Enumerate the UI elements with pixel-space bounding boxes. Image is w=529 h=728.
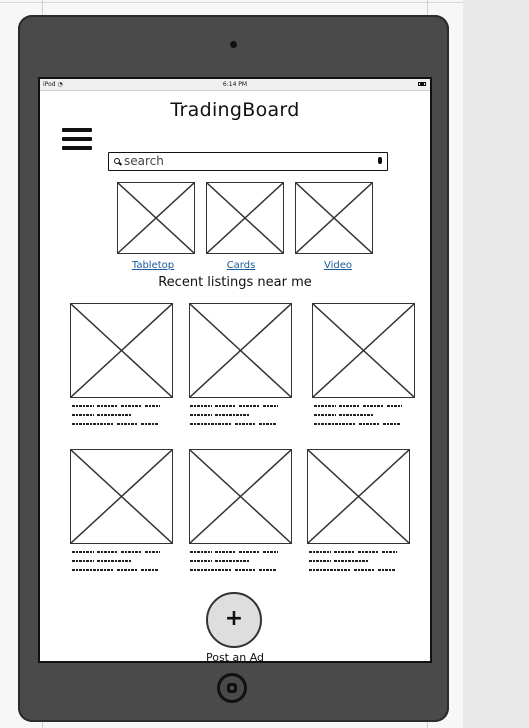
listing-text-placeholder bbox=[72, 549, 176, 575]
device-screen: iPod ◔ 6:14 PM TradingBoard search Table… bbox=[38, 77, 432, 663]
camera-icon bbox=[230, 41, 237, 48]
home-button[interactable] bbox=[217, 673, 247, 703]
listing-image[interactable] bbox=[312, 303, 415, 398]
category-image-tabletop[interactable] bbox=[117, 182, 195, 254]
category-link-video[interactable]: Video bbox=[298, 260, 378, 271]
listing-image[interactable] bbox=[70, 303, 173, 398]
category-image-cards[interactable] bbox=[206, 182, 284, 254]
hamburger-menu-icon[interactable] bbox=[62, 128, 92, 154]
home-square-icon bbox=[227, 683, 237, 693]
category-image-video[interactable] bbox=[295, 182, 373, 254]
post-ad-button[interactable]: + bbox=[206, 592, 262, 648]
plus-icon: + bbox=[224, 606, 244, 631]
status-bar: iPod ◔ 6:14 PM bbox=[40, 79, 430, 91]
post-ad-label: Post an Ad bbox=[205, 651, 265, 663]
listing-image[interactable] bbox=[189, 303, 292, 398]
search-icon bbox=[114, 158, 120, 164]
listing-text-placeholder bbox=[314, 403, 418, 429]
listing-text-placeholder bbox=[190, 403, 294, 429]
search-input[interactable]: search bbox=[108, 152, 388, 171]
listing-image[interactable] bbox=[70, 449, 173, 544]
status-time: 6:14 PM bbox=[222, 81, 248, 88]
battery-icon bbox=[418, 82, 426, 86]
microphone-icon[interactable] bbox=[378, 157, 382, 164]
search-placeholder: search bbox=[124, 154, 164, 168]
listing-text-placeholder bbox=[72, 403, 176, 429]
listing-image[interactable] bbox=[189, 449, 292, 544]
tablet-frame: iPod ◔ 6:14 PM TradingBoard search Table… bbox=[18, 15, 449, 722]
guide-line bbox=[0, 2, 463, 3]
listing-text-placeholder bbox=[190, 549, 294, 575]
listing-text-placeholder bbox=[309, 549, 413, 575]
category-link-tabletop[interactable]: Tabletop bbox=[113, 260, 193, 271]
category-link-cards[interactable]: Cards bbox=[201, 260, 281, 271]
app-title: TradingBoard bbox=[170, 99, 300, 121]
listing-image[interactable] bbox=[307, 449, 410, 544]
recent-listings-heading: Recent listings near me bbox=[158, 275, 312, 290]
